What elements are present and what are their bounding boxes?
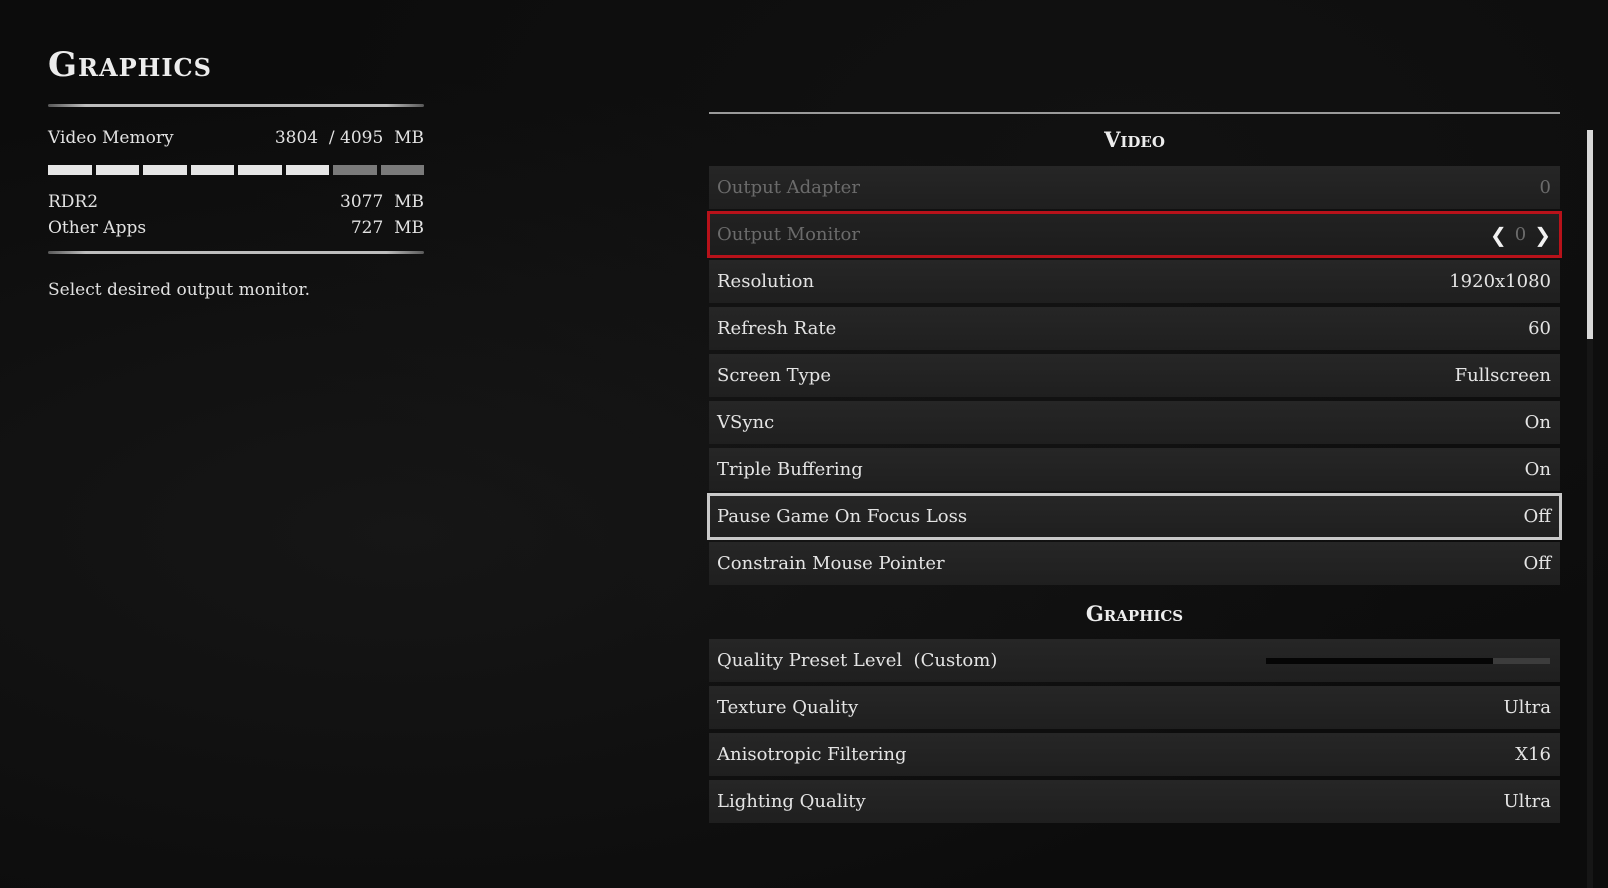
setting-description: Select desired output monitor. <box>48 280 311 300</box>
video-memory-row: Video Memory 3804 / 4095 MB <box>48 125 424 151</box>
scrollbar-thumb[interactable] <box>1587 130 1593 339</box>
memory-segment <box>285 165 329 175</box>
setting-quality-preset-level[interactable]: Quality Preset Level (Custom) <box>709 639 1560 682</box>
setting-value: 60 <box>1528 318 1551 339</box>
setting-label: Pause Game On Focus Loss <box>717 506 968 527</box>
setting-value: Off <box>1523 506 1551 527</box>
setting-pause-game-on-focus-loss[interactable]: Pause Game On Focus Loss Off <box>707 493 1562 540</box>
setting-vsync[interactable]: VSync On <box>709 401 1560 444</box>
setting-refresh-rate[interactable]: Refresh Rate 60 <box>709 307 1560 350</box>
rdr2-label: RDR2 <box>48 192 99 212</box>
video-memory-bar <box>48 165 424 175</box>
title-divider <box>48 104 424 107</box>
memory-segment <box>238 165 282 175</box>
section-header-graphics: Graphics <box>1085 601 1184 626</box>
setting-label: Texture Quality <box>717 697 859 718</box>
setting-value: On <box>1524 459 1551 480</box>
setting-value: 0 <box>1514 224 1527 245</box>
memory-divider <box>48 251 424 254</box>
setting-value: 1920x1080 <box>1449 271 1551 292</box>
video-memory-value: 3804 / 4095 MB <box>274 128 424 148</box>
setting-label: Lighting Quality <box>717 791 866 812</box>
page-title: Graphics <box>48 45 212 85</box>
settings-scrollbar[interactable] <box>1587 130 1593 888</box>
memory-segment <box>143 165 187 175</box>
setting-label: Triple Buffering <box>717 459 863 480</box>
setting-value: 0 <box>1539 177 1551 198</box>
section-header-video: Video <box>1104 127 1165 152</box>
setting-resolution[interactable]: Resolution 1920x1080 <box>709 260 1560 303</box>
settings-list: Video Output Adapter 0 Output Monitor ❮ … <box>707 112 1562 827</box>
setting-label: Resolution <box>717 271 815 292</box>
setting-label: Output Monitor <box>717 224 860 245</box>
setting-label: Refresh Rate <box>717 318 837 339</box>
setting-texture-quality[interactable]: Texture Quality Ultra <box>709 686 1560 729</box>
memory-segment <box>48 165 92 175</box>
setting-label: Quality Preset Level (Custom) <box>717 650 998 671</box>
setting-value: Ultra <box>1503 791 1552 812</box>
setting-label: VSync <box>717 412 775 433</box>
setting-anisotropic-filtering[interactable]: Anisotropic Filtering X16 <box>709 733 1560 776</box>
rdr2-value: 3077 MB <box>340 192 424 212</box>
quality-preset-slider-fill <box>1266 657 1494 664</box>
setting-lighting-quality[interactable]: Lighting Quality Ultra <box>709 780 1560 823</box>
setting-value: Fullscreen <box>1454 365 1551 386</box>
other-apps-memory-row: Other Apps 727 MB <box>48 215 424 241</box>
setting-label: Output Adapter <box>717 177 860 198</box>
memory-segment <box>95 165 139 175</box>
info-panel: Graphics Video Memory 3804 / 4095 MB RDR… <box>48 40 424 300</box>
setting-constrain-mouse-pointer[interactable]: Constrain Mouse Pointer Off <box>709 542 1560 585</box>
other-apps-label: Other Apps <box>48 218 147 238</box>
setting-value: X16 <box>1515 744 1551 765</box>
chevron-left-icon[interactable]: ❮ <box>1490 223 1507 247</box>
setting-value: On <box>1524 412 1551 433</box>
setting-screen-type[interactable]: Screen Type Fullscreen <box>709 354 1560 397</box>
chevron-right-icon[interactable]: ❯ <box>1534 223 1551 247</box>
setting-value: Off <box>1523 553 1551 574</box>
setting-triple-buffering[interactable]: Triple Buffering On <box>709 448 1560 491</box>
quality-preset-slider[interactable] <box>1266 657 1550 664</box>
setting-label: Anisotropic Filtering <box>717 744 907 765</box>
setting-value: Ultra <box>1503 697 1552 718</box>
setting-output-monitor[interactable]: Output Monitor ❮ 0 ❯ <box>707 211 1562 258</box>
video-memory-label: Video Memory <box>48 128 174 148</box>
memory-segment <box>190 165 234 175</box>
value-selector: ❮ 0 ❯ <box>1490 223 1551 247</box>
memory-segment <box>380 165 424 175</box>
setting-output-adapter[interactable]: Output Adapter 0 <box>709 166 1560 209</box>
setting-label: Constrain Mouse Pointer <box>717 553 945 574</box>
rdr2-memory-row: RDR2 3077 MB <box>48 189 424 215</box>
other-apps-value: 727 MB <box>350 218 424 238</box>
memory-segment <box>333 165 377 175</box>
setting-label: Screen Type <box>717 365 831 386</box>
